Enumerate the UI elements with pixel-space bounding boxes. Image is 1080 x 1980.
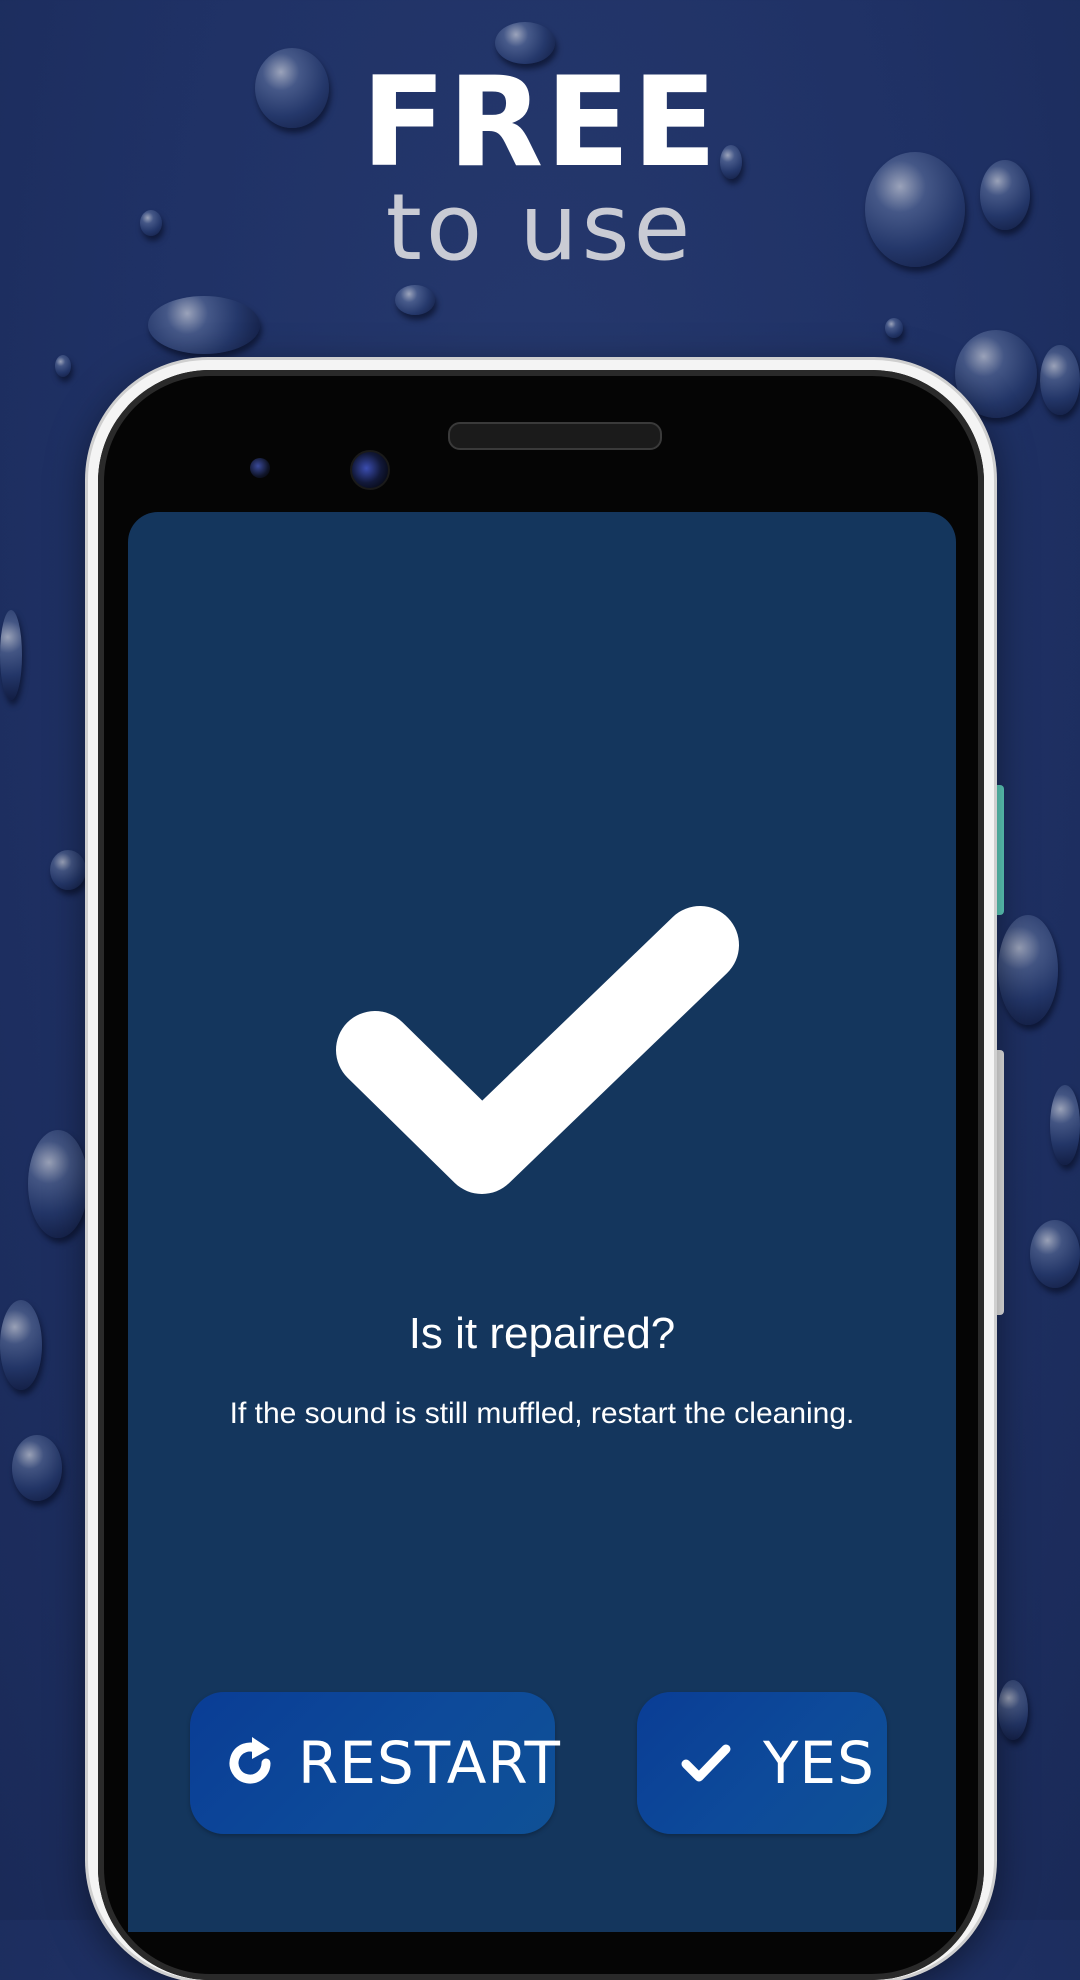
water-drop bbox=[0, 1300, 42, 1390]
water-drop bbox=[12, 1435, 62, 1501]
phone-camera bbox=[350, 450, 390, 490]
water-drop bbox=[28, 1130, 88, 1238]
water-drop bbox=[885, 318, 903, 338]
yes-button[interactable]: YES bbox=[637, 1692, 887, 1834]
phone-sensor bbox=[250, 458, 270, 478]
water-drop bbox=[0, 610, 22, 700]
check-icon bbox=[681, 1744, 731, 1782]
yes-button-label: YES bbox=[763, 1729, 875, 1797]
phone-speaker bbox=[448, 422, 662, 450]
restart-button[interactable]: RESTART bbox=[190, 1692, 560, 1834]
water-drop bbox=[1040, 345, 1080, 415]
restart-button-label: RESTART bbox=[298, 1729, 561, 1797]
checkmark-icon bbox=[336, 906, 739, 1194]
water-drop bbox=[1050, 1085, 1080, 1165]
water-drop bbox=[55, 355, 71, 377]
repair-hint: If the sound is still muffled, restart t… bbox=[229, 1397, 855, 1430]
phone-side-button bbox=[994, 1050, 1004, 1315]
refresh-icon bbox=[229, 1737, 271, 1784]
water-drop bbox=[998, 915, 1058, 1025]
repair-question: Is it repaired? bbox=[408, 1309, 676, 1358]
phone-side-button bbox=[994, 785, 1004, 915]
water-drop bbox=[148, 296, 260, 354]
water-drop bbox=[395, 285, 435, 315]
headline-title: FREE bbox=[361, 51, 719, 195]
water-drop bbox=[998, 1680, 1028, 1740]
water-drop bbox=[50, 850, 86, 890]
water-drop bbox=[1030, 1220, 1080, 1288]
headline-subtitle: to use bbox=[385, 174, 695, 281]
